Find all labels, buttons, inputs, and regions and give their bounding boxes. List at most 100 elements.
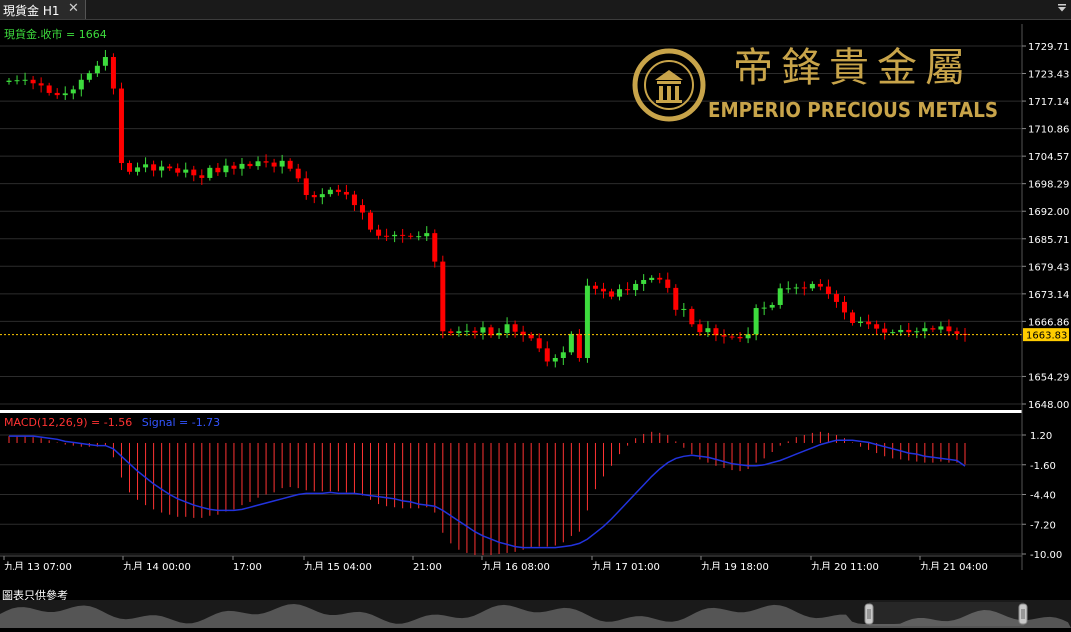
macd-axis: 1.20 -1.60 -4.40 -7.20 -10.00	[1022, 431, 1062, 561]
time-tick-label: 九月 14 00:00	[123, 561, 191, 570]
candle-body	[841, 301, 847, 313]
candle-body	[681, 308, 687, 310]
navigator-window[interactable]	[869, 602, 1024, 626]
candle-body	[94, 65, 100, 74]
candle-body	[858, 321, 864, 323]
candle-body	[440, 261, 446, 332]
candle-body	[850, 312, 856, 323]
tab-bar: 現貨金 H1 ✕	[0, 0, 1071, 20]
candle-body	[729, 336, 735, 338]
tab-title: 現貨金 H1	[3, 4, 60, 18]
candle-body	[793, 287, 799, 289]
candle-body	[592, 285, 598, 289]
candle-body	[400, 234, 406, 236]
candle-body	[609, 291, 615, 297]
time-tick-label: 九月 15 04:00	[304, 561, 372, 570]
candle-body	[456, 331, 462, 334]
chart-window: 現貨金 H1 ✕ 帝鋒貴金屬 EMPERIO PRECIOUS METALS 1…	[0, 0, 1071, 628]
candle-body	[311, 195, 317, 198]
macd-tick-label: -7.20	[1030, 520, 1056, 531]
candle-body	[528, 334, 534, 339]
candle-body	[705, 328, 711, 333]
price-tick-label: 1704.57	[1028, 152, 1069, 163]
candle-body	[295, 168, 301, 179]
candle-body	[649, 277, 655, 281]
scroll-handle-icon[interactable]	[1018, 603, 1028, 625]
candle-body	[359, 205, 365, 213]
candle-body	[191, 169, 197, 176]
candle-body	[135, 167, 141, 172]
candle-body	[785, 288, 791, 290]
scroll-handle-icon[interactable]	[864, 603, 874, 625]
logo-english: EMPERIO PRECIOUS METALS	[708, 98, 998, 122]
macd-tick-label: -1.60	[1030, 461, 1056, 472]
candle-body	[480, 327, 486, 333]
macd-histogram	[8, 431, 966, 556]
candle-body	[432, 233, 438, 262]
candle-body	[536, 338, 542, 349]
candle-body	[552, 357, 558, 362]
candle-body	[247, 163, 253, 167]
candle-body	[777, 288, 783, 305]
macd-legend-value: MACD(12,26,9) = -1.56	[4, 416, 132, 429]
candle-body	[151, 164, 157, 171]
price-axis: 1729.71 1723.43 1717.14 1710.86 1704.57 1698.…	[1022, 42, 1069, 411]
current-price-label: 1663.83	[1026, 331, 1067, 342]
time-tick-label: 17:00	[233, 562, 262, 570]
candle-body	[207, 167, 213, 178]
candle-body	[271, 162, 277, 167]
time-tick-label: 九月 19 18:00	[701, 561, 769, 570]
candle-body	[62, 93, 68, 96]
candle-body	[327, 189, 333, 195]
time-tick-label: 九月 17 01:00	[592, 561, 660, 570]
candle-body	[118, 88, 124, 164]
candle-body	[946, 326, 952, 332]
candle-body	[143, 164, 149, 168]
time-tick-label: 九月 16 08:00	[482, 561, 550, 570]
tab-spot-gold-h1[interactable]: 現貨金 H1 ✕	[0, 0, 86, 19]
candle-body	[817, 283, 823, 287]
candle-body	[167, 166, 173, 169]
dropdown-menu-icon[interactable]	[1057, 3, 1067, 13]
panel-separator[interactable]	[0, 410, 1022, 413]
candle-body	[78, 79, 84, 90]
price-tick-label: 1710.86	[1028, 125, 1069, 136]
candle-body	[600, 288, 606, 292]
candle-body	[641, 280, 647, 284]
candle-body	[22, 79, 28, 81]
candle-body	[46, 85, 52, 93]
candle-body	[110, 56, 116, 89]
navigator-scrollbar[interactable]	[0, 600, 1071, 628]
macd-tick-label: 1.20	[1030, 431, 1052, 442]
time-tick-label: 九月 20 11:00	[811, 561, 879, 570]
candle-body	[914, 331, 920, 333]
candle-body	[882, 328, 888, 333]
candle-body	[938, 326, 944, 330]
candle-body	[368, 212, 374, 230]
candle-body	[906, 329, 912, 333]
candle-body	[343, 191, 349, 195]
candle-body	[825, 286, 831, 295]
candle-body	[665, 279, 671, 288]
candle-body	[30, 79, 36, 84]
time-tick-label: 九月 21 04:00	[920, 561, 988, 570]
candle-body	[231, 165, 237, 169]
emperio-emblem-icon	[632, 48, 706, 122]
candle-body	[6, 80, 12, 82]
candle-body	[392, 234, 398, 237]
price-tick-label: 1685.71	[1028, 235, 1069, 246]
macd-tick-label: -4.40	[1030, 491, 1056, 502]
candle-body	[617, 289, 623, 297]
candle-body	[255, 161, 261, 167]
time-tick-label: 九月 13 07:00	[4, 561, 72, 570]
close-icon[interactable]: ✕	[68, 1, 79, 16]
candle-body	[127, 163, 133, 172]
candle-body	[930, 328, 936, 330]
signal-line	[9, 435, 966, 549]
chart-area[interactable]: 帝鋒貴金屬 EMPERIO PRECIOUS METALS 1663.83 現貨…	[0, 24, 1071, 570]
candle-body	[175, 168, 181, 173]
candle-body	[560, 352, 566, 358]
candle-body	[54, 92, 60, 96]
price-tick-label: 1654.29	[1028, 372, 1069, 383]
candle-body	[753, 308, 759, 335]
